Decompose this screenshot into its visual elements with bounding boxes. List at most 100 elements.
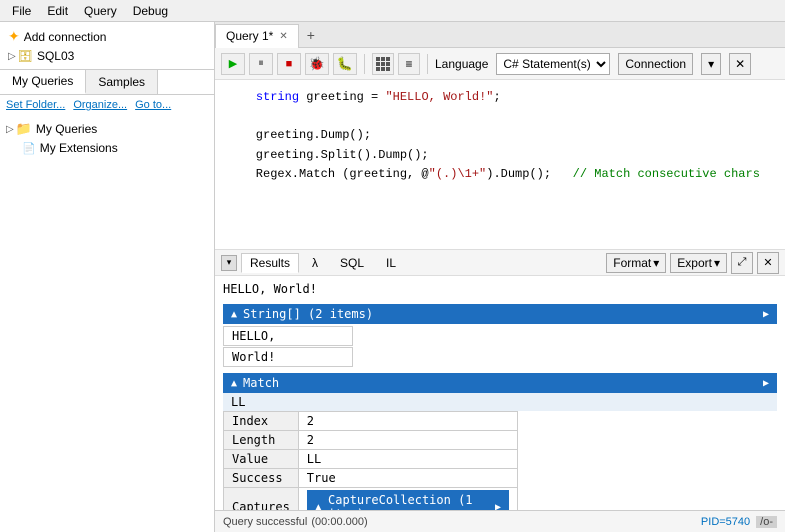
export-label: Export [677, 256, 712, 270]
collapse-button[interactable]: ▾ [221, 255, 237, 271]
add-tab-button[interactable]: + [299, 25, 323, 45]
string-array-label: String[] (2 items) [243, 307, 373, 321]
tab-results[interactable]: Results [241, 253, 299, 273]
tree-section: ▷ 📁 My Queries 📄 My Extensions [0, 115, 214, 161]
close-tab-icon[interactable]: ✕ [279, 31, 287, 42]
main-layout: ✦ Add connection ▷ 🗄 SQL03 My Queries Sa… [0, 22, 785, 532]
my-extensions-leaf[interactable]: 📄 My Extensions [0, 139, 214, 157]
toolbar: ▶ ⏸ ■ 🐞 🐛 ≡ Language C# Statement(s) Con… [215, 48, 785, 80]
string-array-right-arrow: ▶ [763, 309, 769, 320]
set-folder-link[interactable]: Set Folder... [6, 99, 65, 111]
run-button[interactable]: ▶ [221, 53, 245, 75]
match-val-success: True [298, 469, 517, 488]
capture-right-arrow: ▶ [495, 502, 501, 511]
results-toolbar: ▾ Results λ SQL IL Format ▾ Export ▾ ⤢ ✕ [215, 250, 785, 276]
format-arrow: ▾ [653, 256, 659, 270]
match-header[interactable]: ▲ Match ▶ [223, 373, 777, 393]
tab-lambda[interactable]: λ [303, 253, 327, 273]
grid-view-button[interactable] [372, 53, 394, 75]
debug-button[interactable]: 🐞 [305, 53, 329, 75]
match-val-value: LL [298, 450, 517, 469]
star-icon: ✦ [8, 28, 20, 45]
queries-section: My Queries Samples Set Folder... Organiz… [0, 70, 214, 532]
language-select[interactable]: C# Statement(s) [496, 53, 610, 75]
match-label: Match [243, 376, 279, 390]
menu-file[interactable]: File [4, 2, 39, 20]
expand-results-button[interactable]: ⤢ [731, 252, 753, 274]
code-editor[interactable]: string greeting = "HELLO, World!"; greet… [215, 80, 785, 250]
tab-sql[interactable]: SQL [331, 253, 373, 273]
code-line-2 [227, 107, 773, 126]
tab-my-queries[interactable]: My Queries [0, 70, 86, 94]
add-connection-item[interactable]: ✦ Add connection [0, 26, 214, 47]
menu-debug[interactable]: Debug [125, 2, 176, 20]
my-extensions-label: My Extensions [40, 141, 118, 155]
code-line-3: greeting.Dump(); [227, 126, 773, 145]
left-tabs: My Queries Samples [0, 70, 214, 95]
query-tabs: Query 1* ✕ + [215, 22, 785, 48]
match-row-index: Index 2 [224, 412, 518, 431]
connection-arrow-button[interactable]: ▾ [701, 53, 721, 75]
organize-link[interactable]: Organize... [73, 99, 127, 111]
tab-samples[interactable]: Samples [86, 70, 158, 94]
grid-icon [376, 57, 390, 71]
match-val-captures: ▲ CaptureCollection (1 item) ▶ [298, 488, 517, 511]
language-label: Language [435, 57, 488, 71]
connection-button[interactable]: Connection [618, 53, 693, 75]
export-arrow: ▾ [714, 256, 720, 270]
my-queries-label: My Queries [36, 122, 97, 136]
tab-il[interactable]: IL [377, 253, 405, 273]
match-row-captures: Captures ▲ CaptureCollection (1 item) ▶ [224, 488, 518, 511]
capture-label: CaptureCollection (1 item) [328, 493, 495, 510]
capture-collection-row[interactable]: ▲ CaptureCollection (1 item) ▶ [307, 490, 509, 510]
status-time: (00:00.000) [311, 516, 367, 528]
match-val-index: 2 [298, 412, 517, 431]
export-button[interactable]: Export ▾ [670, 253, 727, 273]
string-item-0: HELLO, [223, 326, 353, 346]
match-row-value: Value LL [224, 450, 518, 469]
results-panel: ▾ Results λ SQL IL Format ▾ Export ▾ ⤢ ✕ [215, 250, 785, 510]
list-view-button[interactable]: ≡ [398, 53, 420, 75]
right-panel: Query 1* ✕ + ▶ ⏸ ■ 🐞 🐛 ≡ Language [215, 22, 785, 532]
code-line-5: Regex.Match (greeting, @"(.)\1+").Dump()… [227, 165, 773, 184]
results-content: HELLO, World! ▲ String[] (2 items) ▶ HEL… [215, 276, 785, 510]
match-value: LL [223, 393, 777, 411]
menu-bar: File Edit Query Debug [0, 0, 785, 22]
step-button[interactable]: 🐛 [333, 53, 357, 75]
pause-button[interactable]: ⏸ [249, 53, 273, 75]
toolbar-separator-2 [427, 54, 428, 74]
my-queries-folder[interactable]: ▷ 📁 My Queries [0, 119, 214, 139]
format-button[interactable]: Format ▾ [606, 253, 666, 273]
left-panel: ✦ Add connection ▷ 🗄 SQL03 My Queries Sa… [0, 22, 215, 532]
sql03-item[interactable]: ▷ 🗄 SQL03 [0, 47, 214, 65]
status-message: Query successful [223, 516, 307, 528]
match-key-length: Length [224, 431, 299, 450]
toolbar-separator-1 [364, 54, 365, 74]
connections-section: ✦ Add connection ▷ 🗄 SQL03 [0, 22, 214, 70]
match-right-arrow: ▶ [763, 378, 769, 389]
format-label: Format [613, 256, 651, 270]
match-val-length: 2 [298, 431, 517, 450]
string-array-header[interactable]: ▲ String[] (2 items) ▶ [223, 304, 777, 324]
code-line-1: string greeting = "HELLO, World!"; [227, 88, 773, 107]
folder-expand-icon: ▷ [6, 124, 14, 135]
query-tab-1[interactable]: Query 1* ✕ [215, 24, 299, 48]
editor-close-button[interactable]: ✕ [729, 53, 751, 75]
capture-arrow: ▲ [315, 500, 322, 510]
expand-icon: ▷ [8, 51, 16, 62]
query-tab-label: Query 1* [226, 29, 273, 43]
match-row-length: Length 2 [224, 431, 518, 450]
close-results-button[interactable]: ✕ [757, 252, 779, 274]
doc-icon: 📄 [22, 142, 36, 155]
match-section: ▲ Match ▶ LL Index 2 Length 2 [223, 373, 777, 510]
match-row-success: Success True [224, 469, 518, 488]
match-key-captures: Captures [224, 488, 299, 511]
go-to-link[interactable]: Go to... [135, 99, 171, 111]
code-line-4: greeting.Split().Dump(); [227, 146, 773, 165]
status-pid: PID=5740 [701, 516, 750, 528]
string-item-1: World! [223, 347, 353, 367]
menu-edit[interactable]: Edit [39, 2, 76, 20]
stop-button[interactable]: ■ [277, 53, 301, 75]
menu-query[interactable]: Query [76, 2, 125, 20]
add-connection-label: Add connection [24, 30, 107, 44]
